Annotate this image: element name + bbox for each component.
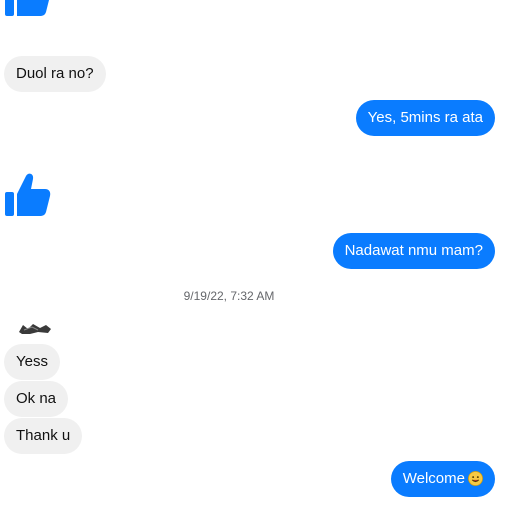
message-timestamp: 9/19/22, 7:32 AM — [183, 289, 275, 303]
message-incoming[interactable]: Duol ra no? — [4, 56, 106, 92]
smiling-face-icon — [468, 471, 483, 486]
message-incoming[interactable]: Thank u — [4, 418, 83, 454]
message-outgoing[interactable]: Welcome — [390, 461, 495, 497]
thumbs-up-icon — [2, 170, 52, 220]
thumbs-up-icon — [2, 0, 52, 20]
message-outgoing[interactable]: Nadawat nmu mam? — [332, 233, 495, 269]
message-outgoing[interactable]: Yes, 5mins ra ata — [355, 100, 495, 136]
message-incoming[interactable]: Yess — [4, 344, 60, 380]
message-incoming[interactable]: Ok na — [4, 381, 69, 417]
chat-thread: Duol ra no? Yes, 5mins ra ata Nadawat nm… — [0, 0, 507, 507]
avatar — [18, 320, 54, 336]
message-text: Welcome — [402, 470, 465, 487]
